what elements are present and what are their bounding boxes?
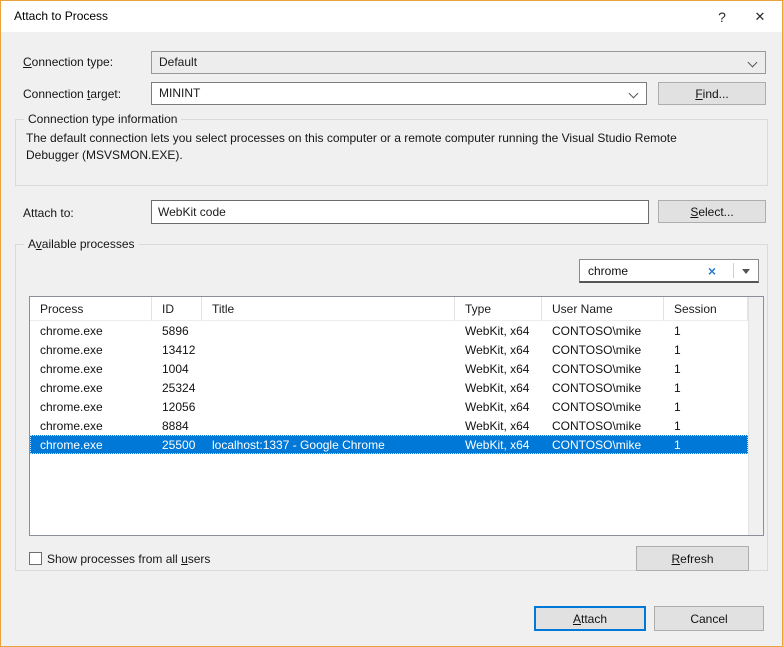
dialog-title: Attach to Process xyxy=(14,9,108,23)
column-header-id[interactable]: ID xyxy=(152,297,202,321)
process-table-body: chrome.exe 5896 WebKit, x64 CONTOSO\mike… xyxy=(30,321,763,454)
cell-username: CONTOSO\mike xyxy=(542,397,664,416)
cell-id: 8884 xyxy=(152,416,202,435)
cell-process: chrome.exe xyxy=(30,321,152,340)
close-icon: ✕ xyxy=(755,9,766,25)
cell-session: 1 xyxy=(664,340,748,359)
cell-session: 1 xyxy=(664,378,748,397)
find-button-label: Find... xyxy=(695,87,728,101)
cell-process: chrome.exe xyxy=(30,340,152,359)
attach-to-field[interactable]: WebKit code xyxy=(151,200,649,224)
cell-type: WebKit, x64 xyxy=(455,416,542,435)
search-dropdown-icon[interactable] xyxy=(742,269,750,274)
cell-title xyxy=(202,378,455,397)
attach-to-value: WebKit code xyxy=(158,205,226,219)
connection-type-dropdown[interactable]: Default xyxy=(151,51,766,74)
cell-process: chrome.exe xyxy=(30,416,152,435)
help-button[interactable]: ? xyxy=(702,1,742,32)
table-row[interactable]: chrome.exe 25324 WebKit, x64 CONTOSO\mik… xyxy=(30,378,748,397)
cell-id: 25324 xyxy=(152,378,202,397)
cell-type: WebKit, x64 xyxy=(455,321,542,340)
cell-title xyxy=(202,359,455,378)
refresh-button-label: Refresh xyxy=(671,552,713,566)
cell-type: WebKit, x64 xyxy=(455,340,542,359)
table-row[interactable]: chrome.exe 1004 WebKit, x64 CONTOSO\mike… xyxy=(30,359,748,378)
cell-username: CONTOSO\mike xyxy=(542,340,664,359)
cell-process: chrome.exe xyxy=(30,378,152,397)
connection-target-label: Connection target: xyxy=(23,87,121,101)
search-value: chrome xyxy=(588,264,628,278)
cell-type: WebKit, x64 xyxy=(455,435,542,454)
column-header-process[interactable]: Process xyxy=(30,297,152,321)
cell-type: WebKit, x64 xyxy=(455,359,542,378)
cell-title: localhost:1337 - Google Chrome xyxy=(202,435,455,454)
cell-id: 25500 xyxy=(152,435,202,454)
find-button[interactable]: Find... xyxy=(658,82,766,105)
cell-username: CONTOSO\mike xyxy=(542,416,664,435)
connection-type-info-text: The default connection lets you select p… xyxy=(26,130,716,164)
cell-type: WebKit, x64 xyxy=(455,397,542,416)
cell-title xyxy=(202,397,455,416)
available-processes-title: Available processes xyxy=(24,237,139,251)
cell-id: 12056 xyxy=(152,397,202,416)
cell-title xyxy=(202,340,455,359)
process-search-input[interactable]: chrome × xyxy=(579,259,759,283)
connection-type-label: Connection type: xyxy=(23,55,113,69)
column-header-type[interactable]: Type xyxy=(455,297,542,321)
table-row[interactable]: chrome.exe 25500 localhost:1337 - Google… xyxy=(30,435,748,454)
table-row[interactable]: chrome.exe 8884 WebKit, x64 CONTOSO\mike… xyxy=(30,416,748,435)
process-table: Process ID Title Type User Name Session … xyxy=(29,296,764,536)
select-button-label: Select... xyxy=(690,205,733,219)
column-header-session[interactable]: Session xyxy=(664,297,748,321)
connection-type-info-title: Connection type information xyxy=(24,112,181,126)
cell-username: CONTOSO\mike xyxy=(542,321,664,340)
cell-title xyxy=(202,416,455,435)
cancel-button-label: Cancel xyxy=(690,612,727,626)
search-divider xyxy=(733,263,734,278)
column-header-username[interactable]: User Name xyxy=(542,297,664,321)
table-row[interactable]: chrome.exe 12056 WebKit, x64 CONTOSO\mik… xyxy=(30,397,748,416)
cancel-button[interactable]: Cancel xyxy=(654,606,764,631)
cell-session: 1 xyxy=(664,435,748,454)
cell-session: 1 xyxy=(664,321,748,340)
cell-username: CONTOSO\mike xyxy=(542,378,664,397)
cell-username: CONTOSO\mike xyxy=(542,435,664,454)
cell-id: 5896 xyxy=(152,321,202,340)
cell-session: 1 xyxy=(664,416,748,435)
select-button[interactable]: Select... xyxy=(658,200,766,223)
cell-process: chrome.exe xyxy=(30,397,152,416)
cell-process: chrome.exe xyxy=(30,435,152,454)
clear-search-icon[interactable]: × xyxy=(708,263,716,279)
attach-button[interactable]: Attach xyxy=(534,606,646,631)
cell-id: 1004 xyxy=(152,359,202,378)
show-all-users-checkbox[interactable] xyxy=(29,552,42,565)
title-bar: Attach to Process ? ✕ xyxy=(1,1,782,32)
process-table-header: Process ID Title Type User Name Session xyxy=(30,297,748,321)
column-header-title[interactable]: Title xyxy=(202,297,455,321)
table-row[interactable]: chrome.exe 13412 WebKit, x64 CONTOSO\mik… xyxy=(30,340,748,359)
refresh-button[interactable]: Refresh xyxy=(636,546,749,571)
chevron-down-icon xyxy=(748,58,758,68)
cell-type: WebKit, x64 xyxy=(455,378,542,397)
connection-target-combobox[interactable]: MININT xyxy=(151,82,647,105)
show-all-users-label: Show processes from all users xyxy=(47,552,210,566)
chevron-down-icon xyxy=(629,89,639,99)
cell-id: 13412 xyxy=(152,340,202,359)
attach-to-process-dialog: Attach to Process ? ✕ Connection type: D… xyxy=(0,0,783,647)
vertical-scrollbar[interactable] xyxy=(748,297,763,535)
close-button[interactable]: ✕ xyxy=(740,1,780,32)
table-row[interactable]: chrome.exe 5896 WebKit, x64 CONTOSO\mike… xyxy=(30,321,748,340)
cell-session: 1 xyxy=(664,397,748,416)
connection-type-value: Default xyxy=(159,55,197,69)
cell-session: 1 xyxy=(664,359,748,378)
attach-button-label: Attach xyxy=(573,612,607,626)
connection-target-value: MININT xyxy=(159,86,200,100)
attach-to-label: Attach to: xyxy=(23,206,74,220)
cell-process: chrome.exe xyxy=(30,359,152,378)
connection-type-info-group: Connection type information The default … xyxy=(15,119,768,186)
cell-title xyxy=(202,321,455,340)
cell-username: CONTOSO\mike xyxy=(542,359,664,378)
help-icon: ? xyxy=(718,9,726,25)
